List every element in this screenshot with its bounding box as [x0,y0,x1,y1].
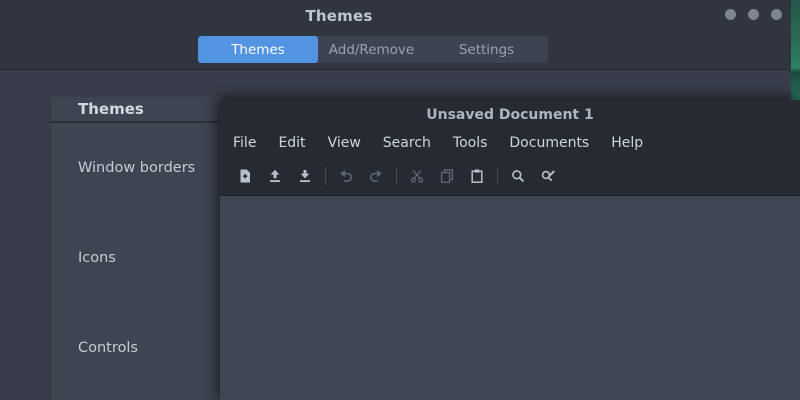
sidebar-header: Themes [51,97,222,123]
undo-icon [338,168,354,184]
themes-sidebar: Themes Window borders Icons Controls [50,97,222,400]
menu-file[interactable]: File [222,135,267,151]
editor-text-area[interactable] [220,196,800,400]
find-and-replace-icon [540,168,556,184]
tab-themes[interactable]: Themes [198,36,318,63]
save-icon [297,168,313,184]
new-document-button[interactable] [230,163,260,189]
find-replace-button[interactable] [533,163,563,189]
find-icon [510,168,526,184]
editor-window-title: Unsaved Document 1 [220,100,800,129]
window-control-dot[interactable] [725,9,736,20]
sidebar-item-icons[interactable]: Icons [51,213,222,303]
tab-switcher: Themes Add/Remove Settings [198,36,548,63]
new-document-icon [237,168,253,184]
undo-button[interactable] [331,163,361,189]
cut-icon [409,168,425,184]
tab-settings[interactable]: Settings [425,36,548,63]
window-control-dot[interactable] [771,9,782,20]
cut-button[interactable] [402,163,432,189]
desktop: Themes Themes Add/Remove Settings Themes… [0,0,800,400]
save-button[interactable] [290,163,320,189]
window-control-dot[interactable] [748,9,759,20]
open-button[interactable] [260,163,290,189]
paste-button[interactable] [462,163,492,189]
menu-help[interactable]: Help [600,135,654,151]
toolbar-separator [396,167,397,185]
toolbar-separator [325,167,326,185]
menu-view[interactable]: View [317,135,372,151]
editor-chrome: Unsaved Document 1 File Edit View Search… [220,100,800,196]
open-icon [267,168,283,184]
sidebar-item-controls[interactable]: Controls [51,303,222,393]
desktop-wallpaper-strip [791,0,800,100]
editor-window: Unsaved Document 1 File Edit View Search… [220,100,800,400]
editor-menubar: File Edit View Search Tools Documents He… [220,129,800,157]
redo-icon [368,168,384,184]
window-controls [725,9,782,20]
copy-button[interactable] [432,163,462,189]
menu-search[interactable]: Search [372,135,442,151]
sidebar-item-window-borders[interactable]: Window borders [51,123,222,213]
settings-window-title: Themes [0,7,678,25]
menu-tools[interactable]: Tools [442,135,499,151]
editor-toolbar [220,157,800,195]
copy-icon [439,168,455,184]
tab-add-remove[interactable]: Add/Remove [318,36,425,63]
redo-button[interactable] [361,163,391,189]
paste-icon [469,168,485,184]
menu-documents[interactable]: Documents [498,135,600,151]
settings-window-headerbar: Themes Themes Add/Remove Settings [0,0,791,70]
toolbar-separator [497,167,498,185]
menu-edit[interactable]: Edit [267,135,316,151]
find-button[interactable] [503,163,533,189]
